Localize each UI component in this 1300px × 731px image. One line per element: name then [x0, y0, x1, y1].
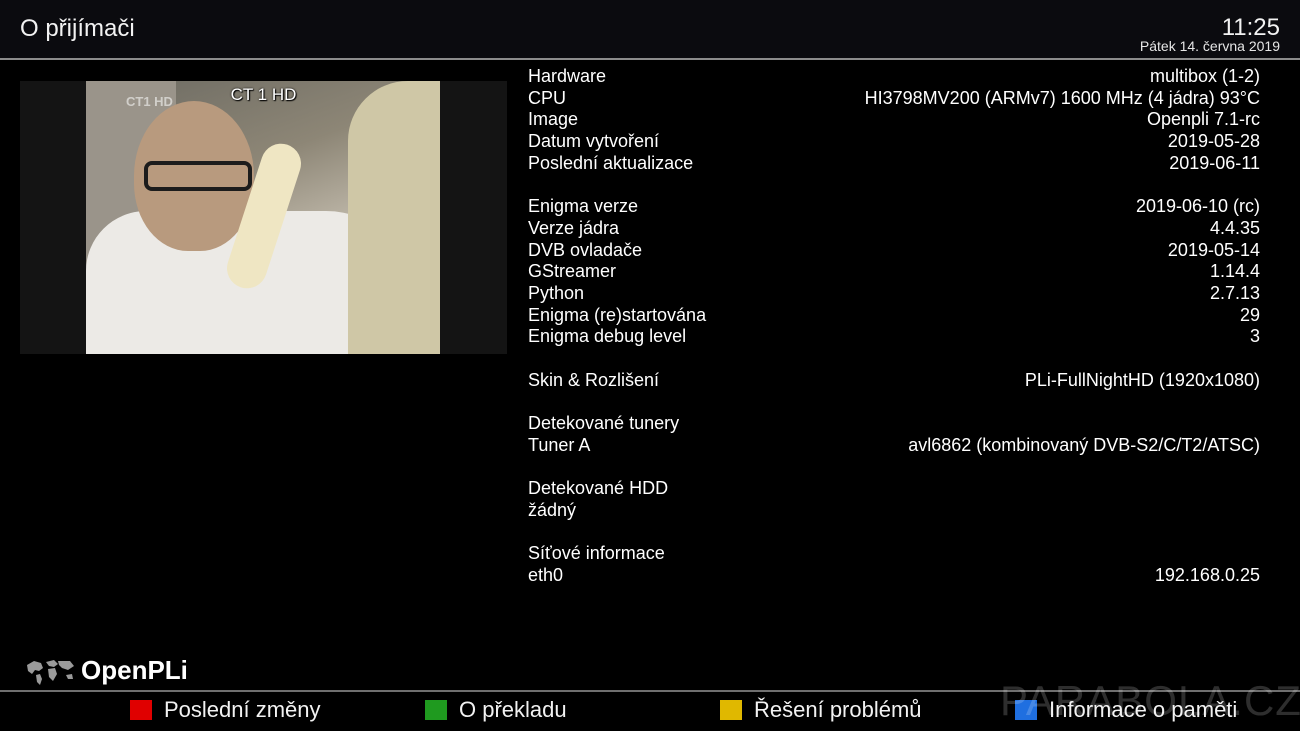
info-value: multibox (1-2): [1149, 66, 1260, 86]
info-value: 2019-06-10 (rc): [1135, 196, 1260, 217]
info-value: 4.4.35: [1209, 217, 1260, 238]
receiver-info-list: Hardware multibox (1-2) CPU HI3798MV200 …: [528, 66, 1260, 587]
info-value: 2.7.13: [1209, 282, 1260, 303]
title-bar: O přijímači 11:25 Pátek 14. června 2019: [0, 0, 1300, 58]
yellow-key-icon: [720, 700, 742, 720]
info-value: 1.14.4: [1209, 261, 1260, 282]
green-key-icon: [425, 700, 447, 720]
info-row-created: Datum vytvoření 2019-05-28: [528, 131, 1260, 153]
screen-title: O přijímači: [20, 15, 135, 42]
info-label: eth0: [528, 564, 564, 585]
info-label: Enigma debug level: [528, 326, 687, 347]
button-label: O překladu: [459, 697, 567, 722]
info-row-image: Image Openpli 7.1-rc: [528, 109, 1260, 131]
video-frame: [86, 81, 440, 354]
info-row-dvb: DVB ovladače 2019-05-14: [528, 240, 1260, 262]
info-value: Openpli 7.1-rc: [1146, 109, 1260, 130]
info-row-tuner-a: Tuner A avl6862 (kombinovaný DVB-S2/C/T2…: [528, 435, 1260, 457]
info-label: Poslední aktualizace: [528, 152, 694, 173]
info-row-enigma: Enigma verze 2019-06-10 (rc): [528, 196, 1260, 218]
section-heading: Detekované tunery: [528, 413, 680, 433]
info-value: 29: [1239, 304, 1260, 325]
info-value: 2019-05-28: [1167, 131, 1260, 152]
button-label: Řešení problémů: [754, 697, 922, 722]
info-row-eth0: eth0 192.168.0.25: [528, 565, 1260, 587]
info-value: 2019-05-14: [1167, 239, 1260, 260]
info-label: Datum vytvoření: [528, 131, 660, 152]
info-heading-network: Síťové informace: [528, 543, 1260, 565]
red-key-icon: [130, 700, 152, 720]
info-row-hardware: Hardware multibox (1-2): [528, 66, 1260, 88]
tv-preview: CT1 HD CT 1 HD: [20, 81, 507, 354]
info-label: CPU: [528, 87, 567, 108]
info-label: Tuner A: [528, 434, 591, 455]
info-value: 3: [1249, 326, 1260, 347]
info-row-hdd-none: žádný: [528, 500, 1260, 522]
info-value: HI3798MV200 (ARMv7) 1600 MHz (4 jádra) 9…: [864, 87, 1260, 108]
info-row-updated: Poslední aktualizace 2019-06-11: [528, 153, 1260, 175]
info-value: 2019-06-11: [1169, 152, 1260, 173]
info-label: žádný: [528, 499, 577, 520]
world-map-icon: [27, 660, 74, 685]
info-value: avl6862 (kombinovaný DVB-S2/C/T2/ATSC): [908, 434, 1260, 455]
logo-text: OpenPLi: [81, 655, 188, 685]
date: Pátek 14. června 2019: [1139, 38, 1280, 54]
info-row-debug: Enigma debug level 3: [528, 326, 1260, 348]
info-label: Skin & Rozlišení: [528, 369, 660, 390]
info-row-python: Python 2.7.13: [528, 283, 1260, 305]
info-row-restarts: Enigma (re)startována 29: [528, 305, 1260, 327]
info-label: Hardware: [528, 66, 607, 86]
info-value: PLi-FullNightHD (1920x1080): [1024, 369, 1260, 390]
section-heading: Síťové informace: [528, 543, 665, 564]
info-label: Enigma verze: [528, 196, 639, 217]
header-divider: [0, 58, 1300, 60]
info-label: Enigma (re)startována: [528, 304, 707, 325]
info-label: Image: [528, 109, 579, 130]
info-label: GStreamer: [528, 261, 617, 282]
info-heading-hdd: Detekované HDD: [528, 478, 1260, 500]
info-label: DVB ovladače: [528, 239, 643, 260]
section-heading: Detekované HDD: [528, 478, 669, 499]
info-value: 192.168.0.25: [1154, 564, 1260, 585]
info-row-cpu: CPU HI3798MV200 (ARMv7) 1600 MHz (4 jádr…: [528, 88, 1260, 110]
info-heading-tuners: Detekované tunery: [528, 413, 1260, 435]
info-label: Python: [528, 282, 585, 303]
info-row-kernel: Verze jádra 4.4.35: [528, 218, 1260, 240]
button-label: Poslední změny: [164, 697, 321, 722]
info-label: Verze jádra: [528, 217, 620, 238]
site-watermark: PARABOLA.CZ: [1000, 677, 1300, 724]
info-row-skin: Skin & Rozlišení PLi-FullNightHD (1920x1…: [528, 370, 1260, 392]
info-row-gstreamer: GStreamer 1.14.4: [528, 261, 1260, 283]
channel-name: CT 1 HD: [230, 85, 297, 104]
